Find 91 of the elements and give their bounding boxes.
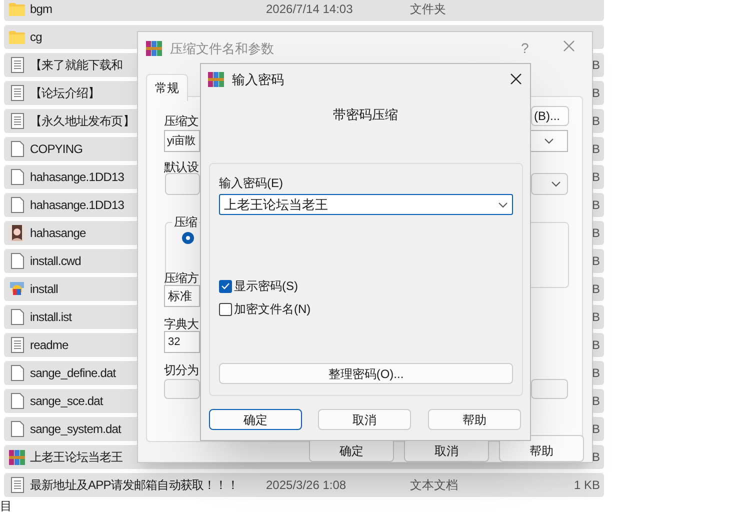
file-name: COPYING <box>30 142 83 156</box>
document-icon <box>10 477 24 493</box>
archive-name-field[interactable]: yi亩散 <box>164 130 200 152</box>
file-name: install.ist <box>30 310 72 324</box>
file-name: hahasange.1DD13 <box>30 170 124 184</box>
stacked-books-icon <box>9 450 25 464</box>
checkbox-label: 加密文件名(N) <box>234 301 311 318</box>
file-size: B <box>592 253 600 270</box>
blank-page-icon <box>10 393 24 409</box>
file-size: B <box>592 337 600 354</box>
file-name: readme <box>30 338 68 352</box>
blank-page-icon <box>10 365 24 381</box>
tab[interactable]: 常规 <box>146 74 188 101</box>
blank-page-icon <box>10 309 24 325</box>
field-label: 压缩方 <box>164 270 198 287</box>
field-label: 字典大 <box>164 316 198 333</box>
dialog-button[interactable]: 帮助 <box>428 409 521 430</box>
password-field[interactable]: 上老王论坛当老王 <box>219 194 513 215</box>
file-size: B <box>592 449 600 466</box>
dialog-button[interactable]: 确定 <box>209 409 302 430</box>
stacked-books-icon <box>208 72 224 88</box>
blank-page-icon <box>10 253 24 269</box>
method-field[interactable]: 标准 <box>164 285 200 307</box>
file-size: B <box>592 113 600 130</box>
game-icon <box>9 281 25 297</box>
file-name: 【论坛介绍】 <box>30 86 100 100</box>
field-label: 默认设 <box>164 159 198 176</box>
file-size: 1 KB <box>574 477 600 494</box>
file-name: sange_system.dat <box>30 422 121 436</box>
chevron-icon <box>551 181 561 187</box>
dropdown-button[interactable] <box>531 130 568 152</box>
file-size: B <box>592 393 600 410</box>
folder-icon <box>9 2 25 16</box>
blank-page-icon <box>10 141 24 157</box>
checkbox-label: 显示密码(S) <box>234 278 298 295</box>
file-name: cg <box>30 30 42 44</box>
file-name: install <box>30 282 58 296</box>
dialog-heading: 带密码压缩 <box>333 106 398 124</box>
folder-icon <box>9 30 25 44</box>
document-icon <box>10 337 24 353</box>
split-field[interactable] <box>164 379 200 399</box>
document-icon <box>10 85 24 101</box>
file-name: sange_define.dat <box>30 366 116 380</box>
dialog-button[interactable]: 帮助 <box>499 435 584 462</box>
close-icon[interactable] <box>510 73 522 85</box>
file-name: 【永久地址发布页】 <box>30 114 134 128</box>
file-size: B <box>592 169 600 186</box>
field-label: 压缩文 <box>164 113 198 130</box>
field-label: 切分为 <box>164 362 198 379</box>
file-size: B <box>592 141 600 158</box>
dictionary-field[interactable]: 32 <box>164 331 200 353</box>
checkbox[interactable] <box>219 280 232 292</box>
profile-dropdown[interactable] <box>531 173 568 195</box>
status-text: 目 <box>0 499 12 513</box>
file-size: B <box>592 421 600 438</box>
file-name: 上老王论坛当老王 <box>30 450 123 464</box>
file-size: B <box>592 197 600 214</box>
chevron-icon <box>498 202 508 208</box>
file-size: B <box>592 57 600 74</box>
file-type: 文件夹 <box>410 2 446 16</box>
file-size: B <box>592 365 600 382</box>
file-name: hahasange <box>30 226 86 240</box>
file-date: 2026/7/14 14:03 <box>266 2 353 16</box>
document-icon <box>10 57 24 73</box>
split-field[interactable] <box>531 379 568 399</box>
file-name: sange_sce.dat <box>30 394 103 408</box>
blank-page-icon <box>10 197 24 213</box>
dialog-button[interactable]: 取消 <box>318 409 411 430</box>
file-size: B <box>592 309 600 326</box>
file-size: B <box>592 225 600 242</box>
file-name: 最新地址及APP请发邮箱自动获取！！！ <box>30 478 238 492</box>
blank-page-icon <box>10 169 24 185</box>
profile-field[interactable] <box>165 173 200 195</box>
checkbox[interactable] <box>219 302 232 316</box>
file-size: B <box>592 85 600 102</box>
blank-page-icon <box>10 421 24 437</box>
stacked-books-icon <box>146 41 162 56</box>
document-icon <box>10 113 24 129</box>
file-name: hahasange.1DD13 <box>30 198 124 212</box>
field-label: 输入密码(E) <box>219 175 283 192</box>
browse-button[interactable]: (B)... <box>531 106 569 126</box>
window-title: 输入密码 <box>232 71 284 89</box>
file-name: install.cwd <box>30 254 81 268</box>
organize-passwords-button[interactable]: 整理密码(O)... <box>219 363 513 384</box>
file-name: bgm <box>30 2 52 16</box>
file-date: 2025/3/26 1:08 <box>266 478 346 492</box>
chevron-icon <box>544 138 554 144</box>
file-size: B <box>592 281 600 298</box>
file-type: 文本文档 <box>410 478 458 492</box>
file-name: 【来了就能下载和 <box>30 58 123 72</box>
window-title: 压缩文件名和参数 <box>170 40 274 58</box>
